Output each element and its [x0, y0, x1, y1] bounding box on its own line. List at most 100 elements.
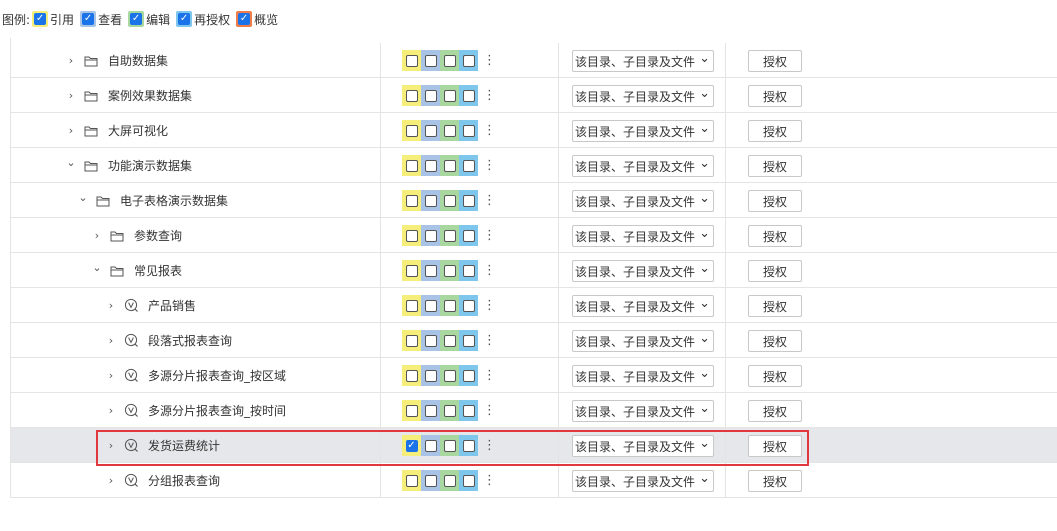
scope-select[interactable]: 该目录、子目录及文件 ⌄	[572, 330, 714, 352]
table-row[interactable]: › 参数查询 ⋮ 该目录、子目录及文件 ⌄ 授权	[11, 218, 1057, 253]
scope-select[interactable]: 该目录、子目录及文件 ⌄	[572, 225, 714, 247]
scope-select[interactable]: 该目录、子目录及文件 ⌄	[572, 295, 714, 317]
table-row[interactable]: › 大屏可视化 ⋮ 该目录、子目录及文件 ⌄ 授权	[11, 113, 1057, 148]
unchecked-box[interactable]	[405, 369, 418, 382]
unchecked-box[interactable]	[405, 89, 418, 102]
unchecked-box[interactable]	[462, 229, 475, 242]
permission-checkbox-3[interactable]	[459, 50, 478, 71]
permission-checkbox-0[interactable]	[402, 85, 421, 106]
permission-checkbox-3[interactable]	[459, 155, 478, 176]
permission-checkbox-0[interactable]	[402, 190, 421, 211]
unchecked-box[interactable]	[443, 264, 456, 277]
permission-checkbox-0[interactable]	[402, 365, 421, 386]
chevron-right-icon[interactable]: ›	[105, 439, 117, 452]
chevron-right-icon[interactable]: ›	[105, 334, 117, 347]
permission-checkbox-0[interactable]	[402, 155, 421, 176]
permission-checkbox-0[interactable]	[402, 225, 421, 246]
unchecked-box[interactable]	[424, 159, 437, 172]
permission-checkbox-1[interactable]	[421, 120, 440, 141]
unchecked-box[interactable]	[443, 194, 456, 207]
unchecked-box[interactable]	[443, 369, 456, 382]
unchecked-box[interactable]	[424, 299, 437, 312]
table-row[interactable]: › 案例效果数据集 ⋮ 该目录、子目录及文件 ⌄ 授权	[11, 78, 1057, 113]
permission-checkbox-1[interactable]	[421, 225, 440, 246]
grant-button[interactable]: 授权	[748, 435, 802, 457]
chevron-right-icon[interactable]: ›	[105, 404, 117, 417]
checked-box[interactable]: ✓	[405, 439, 418, 452]
unchecked-box[interactable]	[424, 89, 437, 102]
more-options-icon[interactable]: ⋮	[483, 474, 496, 487]
permission-checkbox-1[interactable]	[421, 365, 440, 386]
chevron-right-icon[interactable]: ›	[105, 369, 117, 382]
scope-select[interactable]: 该目录、子目录及文件 ⌄	[572, 470, 714, 492]
unchecked-box[interactable]	[462, 299, 475, 312]
table-row[interactable]: ⌄ 常见报表 ⋮ 该目录、子目录及文件 ⌄ 授权	[11, 253, 1057, 288]
unchecked-box[interactable]	[443, 299, 456, 312]
more-options-icon[interactable]: ⋮	[483, 124, 496, 137]
permission-checkbox-1[interactable]	[421, 435, 440, 456]
grant-button[interactable]: 授权	[748, 295, 802, 317]
permission-checkbox-1[interactable]	[421, 50, 440, 71]
more-options-icon[interactable]: ⋮	[483, 404, 496, 417]
unchecked-box[interactable]	[424, 369, 437, 382]
chevron-right-icon[interactable]: ›	[91, 229, 103, 242]
permission-checkbox-1[interactable]	[421, 155, 440, 176]
more-options-icon[interactable]: ⋮	[483, 54, 496, 67]
unchecked-box[interactable]	[424, 404, 437, 417]
chevron-right-icon[interactable]: ›	[65, 54, 77, 67]
unchecked-box[interactable]	[443, 54, 456, 67]
grant-button[interactable]: 授权	[748, 155, 802, 177]
table-row[interactable]: ⌄ 电子表格演示数据集 ⋮ 该目录、子目录及文件 ⌄ 授权	[11, 183, 1057, 218]
unchecked-box[interactable]	[405, 264, 418, 277]
scope-select[interactable]: 该目录、子目录及文件 ⌄	[572, 435, 714, 457]
unchecked-box[interactable]	[405, 124, 418, 137]
chevron-right-icon[interactable]: ›	[105, 299, 117, 312]
unchecked-box[interactable]	[462, 159, 475, 172]
scope-select[interactable]: 该目录、子目录及文件 ⌄	[572, 85, 714, 107]
unchecked-box[interactable]	[443, 89, 456, 102]
permission-checkbox-1[interactable]	[421, 330, 440, 351]
permission-checkbox-0[interactable]: ✓	[402, 435, 421, 456]
grant-button[interactable]: 授权	[748, 470, 802, 492]
unchecked-box[interactable]	[405, 229, 418, 242]
grant-button[interactable]: 授权	[748, 225, 802, 247]
unchecked-box[interactable]	[424, 229, 437, 242]
table-row[interactable]: › 自助数据集 ⋮ 该目录、子目录及文件 ⌄ 授权	[11, 43, 1057, 78]
unchecked-box[interactable]	[443, 439, 456, 452]
scope-select[interactable]: 该目录、子目录及文件 ⌄	[572, 400, 714, 422]
scope-select[interactable]: 该目录、子目录及文件 ⌄	[572, 260, 714, 282]
table-row[interactable]: › 多源分片报表查询_按区域 ⋮ 该目录、子目录及文件 ⌄ 授权	[11, 358, 1057, 393]
more-options-icon[interactable]: ⋮	[483, 89, 496, 102]
unchecked-box[interactable]	[462, 369, 475, 382]
table-row[interactable]: › 多源分片报表查询_按时间 ⋮ 该目录、子目录及文件 ⌄ 授权	[11, 393, 1057, 428]
unchecked-box[interactable]	[443, 404, 456, 417]
more-options-icon[interactable]: ⋮	[483, 159, 496, 172]
unchecked-box[interactable]	[443, 159, 456, 172]
chevron-right-icon[interactable]: ›	[65, 124, 77, 137]
more-options-icon[interactable]: ⋮	[483, 194, 496, 207]
more-options-icon[interactable]: ⋮	[483, 299, 496, 312]
unchecked-box[interactable]	[462, 334, 475, 347]
permission-checkbox-3[interactable]	[459, 190, 478, 211]
unchecked-box[interactable]	[405, 334, 418, 347]
permission-checkbox-3[interactable]	[459, 400, 478, 421]
table-row[interactable]: ⌄ 功能演示数据集 ⋮ 该目录、子目录及文件 ⌄ 授权	[11, 148, 1057, 183]
unchecked-box[interactable]	[443, 334, 456, 347]
chevron-down-icon[interactable]: ⌄	[65, 156, 77, 169]
unchecked-box[interactable]	[424, 474, 437, 487]
unchecked-box[interactable]	[462, 54, 475, 67]
unchecked-box[interactable]	[405, 194, 418, 207]
unchecked-box[interactable]	[462, 194, 475, 207]
permission-checkbox-3[interactable]	[459, 225, 478, 246]
unchecked-box[interactable]	[462, 89, 475, 102]
more-options-icon[interactable]: ⋮	[483, 264, 496, 277]
unchecked-box[interactable]	[424, 54, 437, 67]
unchecked-box[interactable]	[443, 229, 456, 242]
unchecked-box[interactable]	[462, 404, 475, 417]
permission-checkbox-1[interactable]	[421, 260, 440, 281]
unchecked-box[interactable]	[424, 124, 437, 137]
permission-checkbox-1[interactable]	[421, 85, 440, 106]
chevron-down-icon[interactable]: ⌄	[77, 191, 89, 204]
unchecked-box[interactable]	[405, 54, 418, 67]
unchecked-box[interactable]	[424, 194, 437, 207]
